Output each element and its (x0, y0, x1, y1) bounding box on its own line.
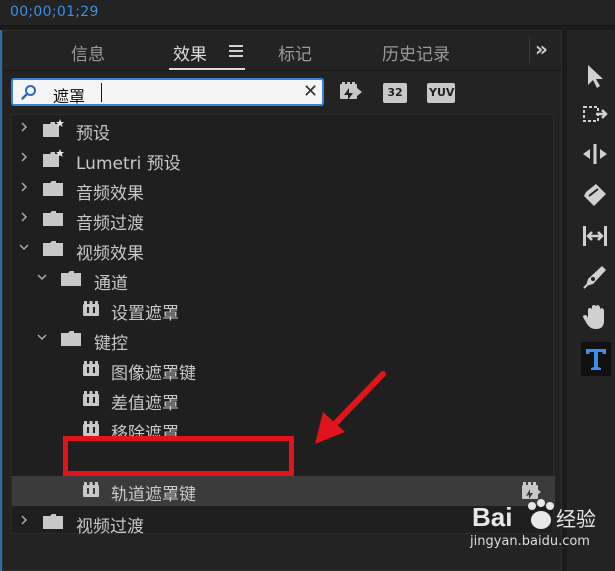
playhead-timecode[interactable]: 00;00;01;29 (10, 4, 99, 20)
tree-item-label: 音频过渡 (76, 214, 144, 234)
active-tab-indicator (169, 68, 245, 70)
tab-markers[interactable]: 标记 (278, 40, 312, 65)
tree-item-label: 通道 (94, 274, 128, 294)
tree-item-label: 预设 (76, 124, 110, 144)
tree-item-channel[interactable]: 通道 (12, 265, 555, 295)
effect-icon (83, 482, 99, 497)
panel-tab-bar: 信息 效果 标记 历史记录 » (3, 31, 561, 71)
clear-search-icon[interactable]: ✕ (303, 81, 318, 102)
tree-item-lumetri-presets[interactable]: Lumetri 预设 (12, 145, 555, 175)
tree-item-video-effects[interactable]: 视频效果 (12, 235, 555, 265)
tools-panel (566, 30, 615, 571)
folder-icon (61, 331, 81, 346)
tree-item-label: 差值遮罩 (111, 394, 179, 414)
chevron-right-icon[interactable] (18, 151, 30, 163)
preset-folder-icon (43, 119, 64, 137)
tree-item-audio-effects[interactable]: 音频效果 (12, 175, 555, 205)
watermark-brand: Bai (472, 502, 512, 532)
effect-icon (83, 391, 99, 406)
folder-icon (43, 181, 63, 196)
pen-tool-icon[interactable] (582, 264, 608, 290)
folder-icon (43, 241, 63, 256)
selection-tool-icon[interactable] (582, 63, 608, 89)
preset-folder-icon (43, 149, 64, 167)
highlight-annotation-box (63, 436, 294, 476)
tree-item-label: 设置遮罩 (111, 304, 179, 324)
baidu-logo-icon: Bai 经验 (472, 499, 596, 532)
type-tool-icon (586, 349, 606, 370)
chevron-right-icon[interactable] (18, 121, 30, 133)
search-input[interactable]: 遮罩 (53, 83, 85, 107)
effect-icon (83, 421, 99, 436)
tree-item-label: 视频过渡 (76, 517, 144, 537)
tab-history[interactable]: 历史记录 (382, 40, 450, 65)
tree-item-label: 音频效果 (76, 184, 144, 204)
razor-tool-icon[interactable] (582, 182, 608, 208)
baidu-jingyan-watermark: Bai 经验 jingyan.baidu.com (470, 496, 610, 566)
annotation-arrow-icon (315, 371, 386, 444)
tree-item-image-matte-key[interactable]: 图像遮罩键 (12, 355, 555, 385)
tree-item-difference-matte[interactable]: 差值遮罩 (12, 385, 555, 415)
chevron-down-icon[interactable] (36, 271, 48, 283)
effects-search-field[interactable]: 遮罩 ✕ (11, 78, 324, 106)
accelerated-effects-filter-icon[interactable] (339, 81, 363, 103)
tree-item-label: 键控 (94, 334, 128, 354)
chevron-down-icon[interactable] (18, 241, 30, 253)
program-monitor-strip: 00;00;01;29 (0, 0, 615, 26)
chevron-down-icon[interactable] (36, 331, 48, 343)
search-icon (21, 85, 36, 100)
tab-overflow-divider (529, 37, 530, 63)
ripple-edit-tool-icon[interactable] (582, 141, 608, 167)
watermark-brand-cn: 经验 (556, 507, 596, 531)
folder-icon (61, 271, 81, 286)
tree-item-label: 轨道遮罩键 (111, 485, 196, 505)
tree-item-label: Lumetri 预设 (76, 154, 181, 174)
folder-icon (43, 211, 63, 226)
tree-item-set-matte[interactable]: 设置遮罩 (12, 295, 555, 325)
tree-item-presets[interactable]: 预设 (12, 115, 555, 145)
32bit-filter-badge[interactable]: 32 (383, 83, 407, 103)
tree-item-label: 视频效果 (76, 244, 144, 264)
effect-icon (83, 301, 99, 316)
effect-icon (83, 361, 99, 376)
tree-item-label: 图像遮罩键 (111, 364, 196, 384)
chevron-right-icon[interactable] (18, 181, 30, 193)
folder-icon (43, 514, 63, 529)
tree-item-label: 移除遮罩 (111, 424, 179, 437)
watermark-site: jingyan.baidu.com (470, 534, 590, 549)
slip-tool-icon[interactable] (582, 223, 608, 249)
chevron-right-icon[interactable] (18, 514, 30, 526)
track-select-tool-icon[interactable] (582, 101, 608, 127)
yuv-filter-badge[interactable]: YUV (427, 83, 455, 103)
text-caret (101, 83, 102, 102)
effects-panel: 信息 效果 标记 历史记录 » 遮罩 ✕ 32 YUV 预设 Lumetri 预… (2, 30, 562, 571)
tree-item-remove-matte[interactable]: 移除遮罩 (12, 415, 555, 437)
tree-item-audio-transitions[interactable]: 音频过渡 (12, 205, 555, 235)
hand-tool-icon[interactable] (582, 304, 608, 330)
panel-menu-icon[interactable] (229, 45, 243, 57)
chevron-right-icon[interactable] (18, 211, 30, 223)
tab-info[interactable]: 信息 (71, 40, 105, 65)
more-tabs-icon[interactable]: » (535, 37, 548, 61)
tree-item-keying[interactable]: 键控 (12, 325, 555, 355)
tab-effects[interactable]: 效果 (173, 40, 207, 65)
type-tool-button[interactable] (581, 342, 611, 376)
